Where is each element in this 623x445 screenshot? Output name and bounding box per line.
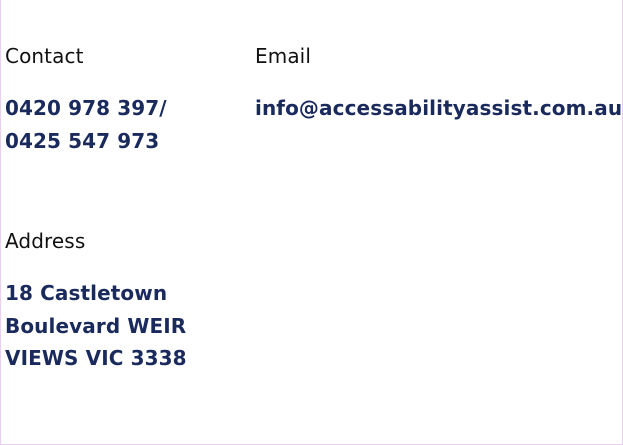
address-line-3: VIEWS VIC 3338 (5, 346, 187, 370)
address-line-1: 18 Castletown (5, 281, 168, 305)
content-frame: Contact 0420 978 397/ 0425 547 973 Email… (0, 0, 623, 445)
address-line-2: Boulevard WEIR (5, 313, 187, 338)
email-label: Email (255, 44, 311, 68)
address-label: Address (5, 229, 86, 253)
phone-number-primary[interactable]: 0420 978 397/ (5, 92, 167, 125)
phone-number-secondary[interactable]: 0425 547 973 (5, 125, 167, 158)
address-block: 18 Castletown Boulevard WEIR VIEWS VIC 3… (5, 277, 187, 375)
email-link[interactable]: info@accessabilityassist.com.au (255, 92, 622, 125)
email-block[interactable]: info@accessabilityassist.com.au (255, 92, 622, 125)
contact-phone-block[interactable]: 0420 978 397/ 0425 547 973 (5, 92, 167, 157)
contact-label: Contact (5, 44, 84, 68)
